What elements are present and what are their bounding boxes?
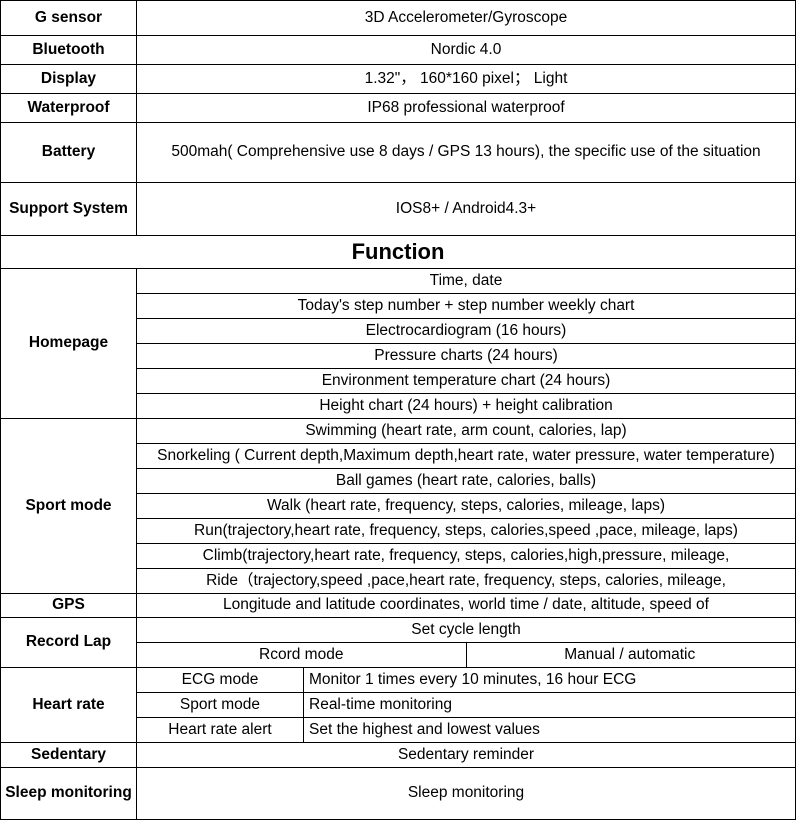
heart-rate-sub-value-2: Set the highest and lowest values (309, 721, 540, 739)
heart-rate-sub-label-2: Heart rate alert (137, 717, 304, 742)
spec-value-g-sensor: 3D Accelerometer/Gyroscope (136, 0, 796, 36)
sport-mode-item-4: Run(trajectory,heart rate, frequency, st… (137, 518, 795, 544)
spec-label-waterproof: Waterproof (0, 93, 137, 123)
list-item: Run(trajectory,heart rate, frequency, st… (137, 518, 795, 544)
table-row: Sedentary Sedentary reminder (0, 742, 796, 768)
homepage-item-1: Today's step number + step number weekly… (137, 293, 795, 319)
spec-value-sleep-monitoring: Sleep monitoring (136, 767, 796, 820)
homepage-item-4: Environment temperature chart (24 hours) (137, 368, 795, 394)
homepage-item-3: Pressure charts (24 hours) (137, 343, 795, 369)
list-item: Environment temperature chart (24 hours) (137, 368, 795, 394)
list-item: Pressure charts (24 hours) (137, 343, 795, 369)
spec-label-sedentary: Sedentary (0, 742, 137, 768)
list-item: Ride（trajectory,speed ,pace,heart rate, … (138, 569, 795, 593)
homepage-item-5: Height chart (24 hours) + height calibra… (319, 397, 613, 415)
table-row: Sleep monitoring Sleep monitoring (0, 767, 796, 820)
sport-mode-item-3: Walk (heart rate, frequency, steps, calo… (137, 493, 795, 519)
table-row: Display 1.32"， 160*160 pixel； Light (0, 64, 796, 94)
sport-mode-item-2: Ball games (heart rate, calories, balls) (137, 468, 795, 494)
list-item: Swimming (heart rate, arm count, calorie… (137, 419, 795, 444)
spec-label-heart-rate: Heart rate (0, 667, 137, 743)
sport-mode-item-6: Ride（trajectory,speed ,pace,heart rate, … (206, 572, 726, 590)
table-row: GPS Longitude and latitude coordinates, … (0, 593, 796, 618)
device-specification-table: G sensor 3D Accelerometer/Gyroscope Blue… (0, 0, 796, 820)
list-item: Snorkeling ( Current depth,Maximum depth… (137, 443, 795, 469)
spec-value-bluetooth: Nordic 4.0 (136, 35, 796, 65)
sport-mode-item-1: Snorkeling ( Current depth,Maximum depth… (137, 443, 795, 469)
spec-label-gps: GPS (0, 593, 137, 618)
sport-mode-items-table: Swimming (heart rate, arm count, calorie… (137, 419, 795, 593)
homepage-item-0: Time, date (137, 269, 795, 294)
heart-rate-table: ECG mode Monitor 1 times every 10 minute… (137, 668, 795, 742)
spec-label-sleep-monitoring: Sleep monitoring (0, 767, 137, 820)
heart-rate-cell: ECG mode Monitor 1 times every 10 minute… (136, 667, 796, 743)
section-header-row: Function (0, 235, 796, 269)
sport-mode-items-cell: Swimming (heart rate, arm count, calorie… (136, 418, 796, 594)
list-item: Time, date (137, 269, 795, 294)
spec-value-display: 1.32"， 160*160 pixel； Light (136, 64, 796, 94)
heart-rate-sub-label-0: ECG mode (137, 668, 304, 693)
list-item: Today's step number + step number weekly… (137, 293, 795, 319)
table-row: Waterproof IP68 professional waterproof (0, 93, 796, 123)
list-item: Electrocardiogram (16 hours) (137, 318, 795, 344)
record-lap-table: Set cycle length Rcord mode Manual / aut… (137, 618, 795, 667)
heart-rate-sub-value-1: Real-time monitoring (303, 692, 795, 718)
spec-label-support-system: Support System (0, 182, 137, 236)
spec-label-display: Display (0, 64, 137, 94)
table-row: Support System IOS8+ / Android4.3+ (0, 182, 796, 236)
list-item: ECG mode Monitor 1 times every 10 minute… (137, 668, 795, 693)
spec-label-sport-mode: Sport mode (0, 418, 137, 594)
table-row: Sport mode Swimming (heart rate, arm cou… (0, 418, 796, 594)
spec-value-battery: 500mah( Comprehensive use 8 days / GPS 1… (136, 122, 796, 183)
list-item: Ball games (heart rate, calories, balls) (137, 468, 795, 494)
list-item: Set cycle length (137, 618, 795, 643)
homepage-item-2: Electrocardiogram (16 hours) (137, 318, 795, 344)
record-lap-sub-label-0: Rcord mode (137, 642, 467, 667)
spec-label-battery: Battery (0, 122, 137, 183)
table-row: Bluetooth Nordic 4.0 (0, 35, 796, 65)
list-item: Climb(trajectory,heart rate, frequency, … (137, 543, 795, 569)
list-item: Height chart (24 hours) + height calibra… (138, 394, 795, 418)
record-lap-cycle-length: Set cycle length (137, 618, 795, 643)
spec-value-gps: Longitude and latitude coordinates, worl… (136, 593, 796, 618)
table-row: Homepage Time, date Today's step number … (0, 268, 796, 419)
spec-label-record-lap: Record Lap (0, 617, 137, 668)
homepage-items-cell: Time, date Today's step number + step nu… (136, 268, 796, 419)
sport-mode-item-0: Swimming (heart rate, arm count, calorie… (137, 419, 795, 444)
spec-label-bluetooth: Bluetooth (0, 35, 137, 65)
record-lap-cell: Set cycle length Rcord mode Manual / aut… (136, 617, 796, 668)
list-item: Rcord mode Manual / automatic (137, 642, 795, 667)
spec-label-homepage: Homepage (0, 268, 137, 419)
table-row: Battery 500mah( Comprehensive use 8 days… (0, 122, 796, 183)
list-item: Heart rate alert Set the highest and low… (137, 717, 795, 742)
table-row: G sensor 3D Accelerometer/Gyroscope (0, 0, 796, 36)
spec-label-g-sensor: G sensor (0, 0, 137, 36)
list-item: Walk (heart rate, frequency, steps, calo… (137, 493, 795, 519)
section-title-function: Function (0, 235, 796, 269)
spec-value-sedentary: Sedentary reminder (136, 742, 796, 768)
list-item: Sport mode Real-time monitoring (137, 692, 795, 718)
record-lap-sub-value-0: Manual / automatic (564, 646, 696, 664)
heart-rate-sub-value-0: Monitor 1 times every 10 minutes, 16 hou… (303, 668, 795, 693)
table-row: Record Lap Set cycle length Rcord mode M… (0, 617, 796, 668)
spec-value-waterproof: IP68 professional waterproof (136, 93, 796, 123)
table-row: Heart rate ECG mode Monitor 1 times ever… (0, 667, 796, 743)
homepage-items-table: Time, date Today's step number + step nu… (137, 269, 795, 418)
heart-rate-sub-label-1: Sport mode (137, 692, 304, 718)
spec-value-support-system: IOS8+ / Android4.3+ (136, 182, 796, 236)
sport-mode-item-5: Climb(trajectory,heart rate, frequency, … (137, 543, 795, 569)
